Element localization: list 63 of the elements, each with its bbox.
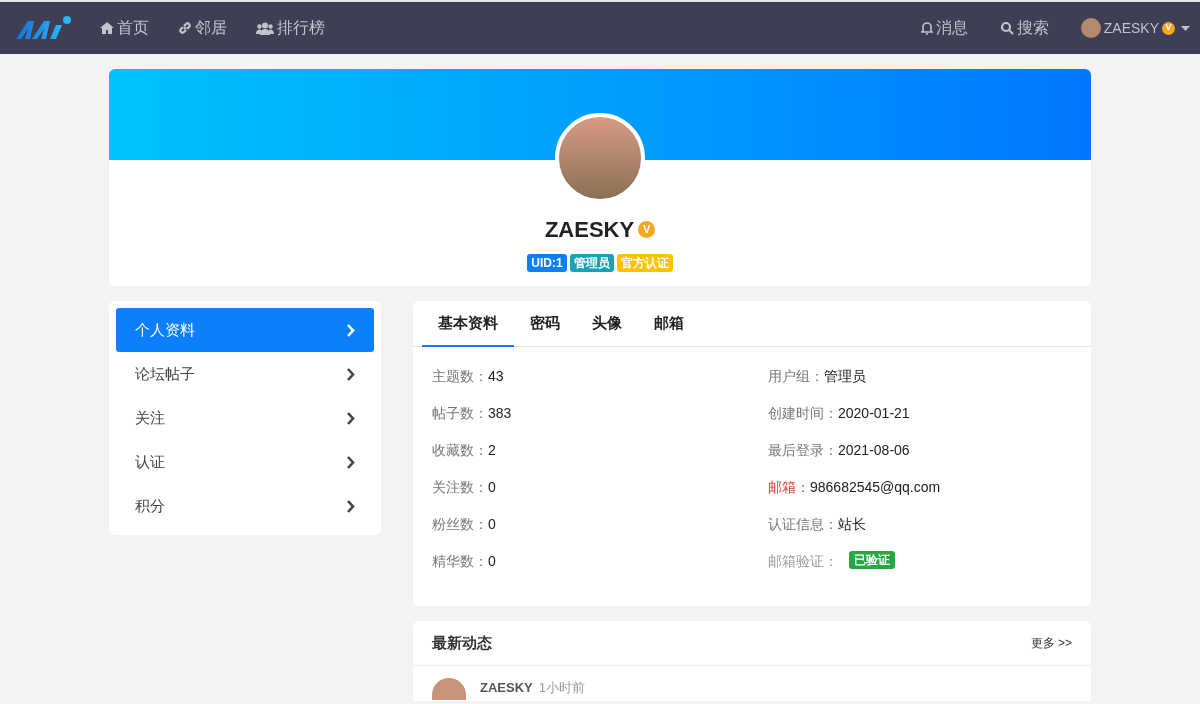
profile-name: ZAESKY [544,216,635,244]
field-label: 最后登录： [768,441,838,460]
logo-icon[interactable] [14,15,74,41]
sidebar-item[interactable]: 关注 [116,396,374,440]
user-avatar[interactable] [432,678,466,700]
nav-link[interactable]: 首页 [100,16,149,40]
bell-icon [920,21,933,35]
tab[interactable]: 头像 [576,301,638,347]
chevron-icon [346,323,355,337]
caret-icon[interactable] [1181,25,1190,31]
tab[interactable]: 基本资料 [422,301,514,347]
user-avatar[interactable] [1080,18,1101,38]
user-name[interactable]: ZAESKY [480,678,533,698]
field-value: 0 [488,515,496,534]
nav-link[interactable]: 邻居 [178,16,227,40]
verified-badge: V [1162,21,1175,35]
field-value: 管理员 [824,367,866,386]
field-value: 43 [488,367,504,386]
field-label: 精华数： [432,552,488,571]
link-icon [178,21,192,35]
chevron-icon [346,411,355,425]
nav-link[interactable]: 排行榜 [256,16,325,40]
field-label: 帖子数： [432,404,488,423]
field-label: 邮箱验证： [768,552,838,571]
field-value: 383 [488,404,512,423]
more-link[interactable]: 更多 >> [1030,634,1072,652]
sidebar-item[interactable]: 积分 [116,484,374,528]
field-value: 0 [488,552,496,571]
field-label: 创建时间： [768,404,838,423]
field-value: 站长 [838,515,866,534]
field-label: 认证信息： [768,515,838,534]
field-value: 0 [488,478,496,497]
field-label: 主题数： [432,367,488,386]
field-label: 收藏数： [432,441,488,460]
chevron-icon [346,499,355,513]
search-icon [999,21,1014,35]
sidebar-item[interactable]: 个人资料 [116,308,374,352]
role-badge: UID:1 [527,254,567,272]
section-title: 最新动态 [432,632,492,653]
field-value: 986682545@qq.com [810,478,941,497]
user-name[interactable]: ZAESKY [1103,17,1159,39]
sidebar-item[interactable]: 论坛帖子 [116,352,374,396]
field-value: 2 [488,441,496,460]
nav-link[interactable]: 消息 [920,16,968,40]
field-label: 粉丝数： [432,515,488,534]
field-value: 2021-08-06 [838,441,910,460]
chevron-icon [346,455,355,469]
tab[interactable]: 密码 [514,301,576,347]
home-icon [100,22,114,34]
tab[interactable]: 邮箱 [638,301,700,347]
status-badge: 已验证 [849,551,895,569]
sidebar-item[interactable]: 认证 [116,440,374,484]
nav-link[interactable]: 搜索 [999,16,1049,40]
role-badge: 管理员 [569,254,614,272]
field-label: 用户组： [768,367,824,386]
role-badge: 官方认证 [616,254,673,272]
field-label: 关注数： [432,478,488,497]
post-time: 1小时前 [538,679,585,697]
field-value: 2020-01-21 [838,404,910,423]
field-label: 邮箱： [768,478,810,497]
users-icon [256,21,274,35]
verified-badge: V [638,221,656,238]
chevron-icon [346,367,355,381]
